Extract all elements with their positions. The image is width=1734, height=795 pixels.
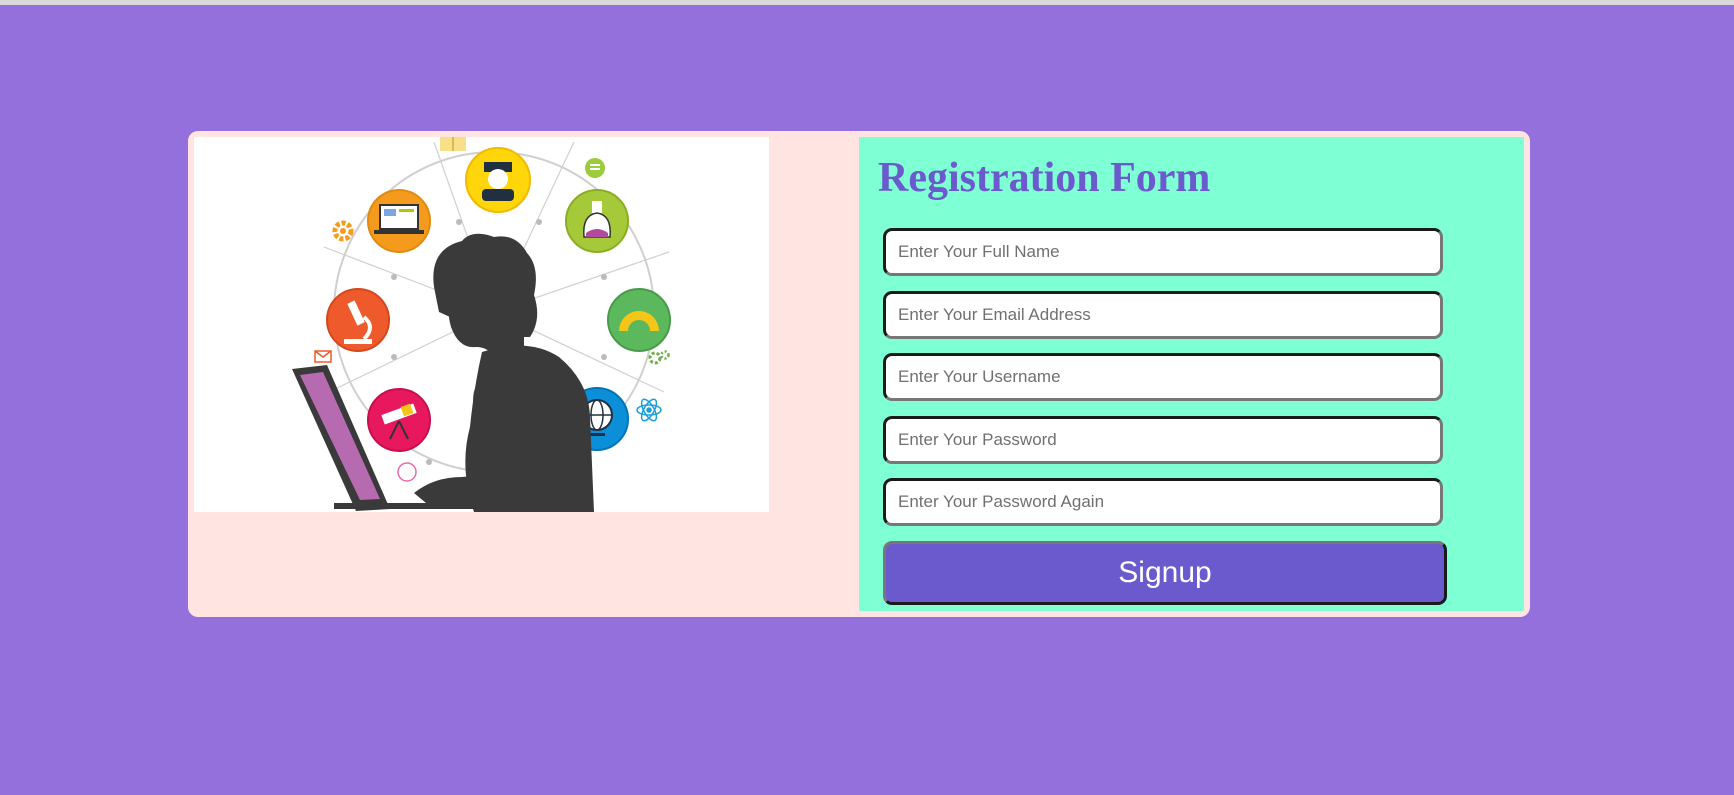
username-input[interactable]: [883, 353, 1443, 401]
form-title: Registration Form: [878, 155, 1211, 201]
student-laptop-illustration: [194, 137, 769, 512]
atom-icon: [636, 398, 662, 422]
password-input[interactable]: [883, 416, 1443, 464]
ball-icon: [397, 462, 417, 482]
microscope-icon: [326, 288, 390, 352]
protractor-icon: [607, 288, 671, 352]
envelope-icon: [314, 350, 332, 363]
book-icon: [440, 137, 466, 151]
gear-icon: [648, 350, 670, 365]
browser-top-edge: [0, 0, 1734, 5]
gear-icon: [332, 220, 354, 242]
flask-icon: [565, 189, 629, 253]
full-name-input[interactable]: [883, 228, 1443, 276]
student-silhouette: [414, 233, 594, 512]
password-again-input[interactable]: [883, 478, 1443, 526]
registration-form: Registration Form Signup: [859, 137, 1524, 611]
email-input[interactable]: [883, 291, 1443, 339]
laptop-icon: [367, 189, 431, 253]
registration-card: Registration Form Signup: [188, 131, 1530, 617]
chat-icon: [585, 158, 605, 178]
signup-button[interactable]: Signup: [883, 541, 1447, 605]
student-icon: [465, 147, 531, 213]
telescope-icon: [367, 388, 431, 452]
